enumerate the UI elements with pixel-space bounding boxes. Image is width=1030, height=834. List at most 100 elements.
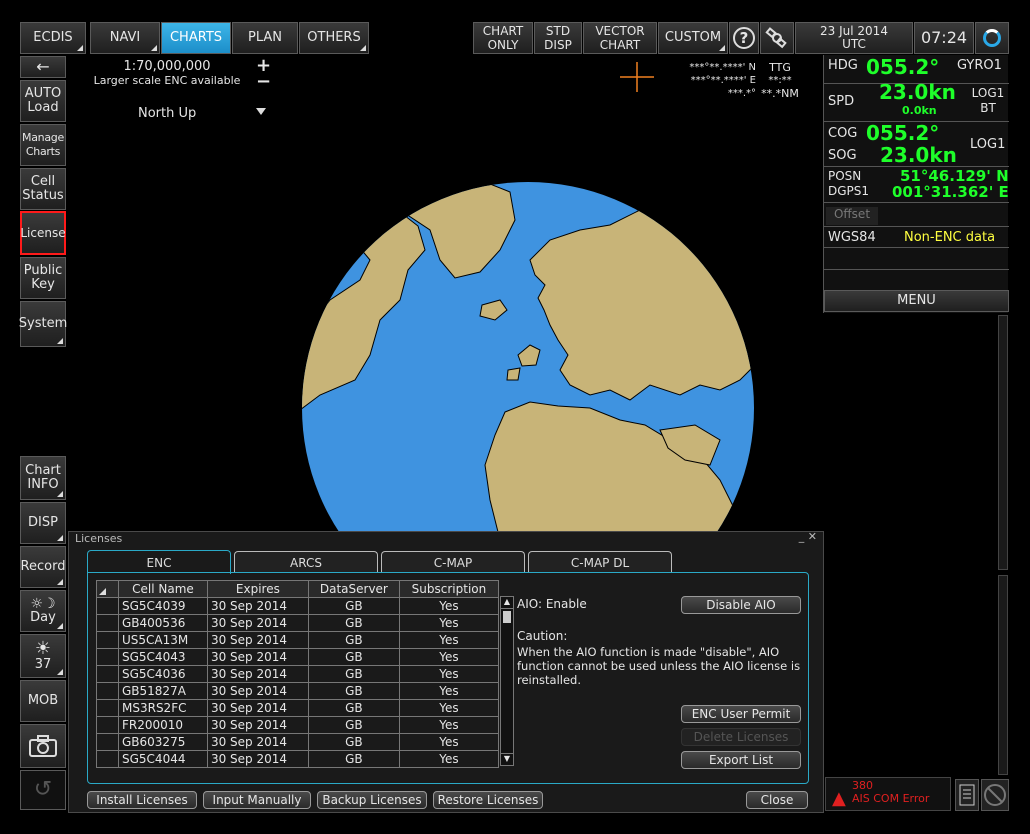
brightness-value: 37: [34, 657, 52, 672]
dialog-minimize-close[interactable]: _ ✕: [799, 530, 817, 543]
table-row[interactable]: MS3RS2FC 30 Sep 2014 GB Yes: [96, 699, 500, 717]
subscription: Yes: [398, 614, 500, 632]
expires-date: 30 Sep 2014: [206, 597, 309, 615]
tab-cmap[interactable]: C-MAP: [381, 551, 525, 573]
std-disp-button[interactable]: STD DISP: [534, 22, 582, 54]
column-header[interactable]: DataServer: [307, 580, 400, 598]
list-icon: [959, 784, 975, 806]
system-button[interactable]: System: [19, 301, 67, 347]
posn-label: POSN: [828, 169, 862, 183]
zoom-out-button[interactable]: −: [256, 73, 271, 91]
data-server: GB: [307, 631, 400, 649]
brilliance-button[interactable]: [975, 22, 1009, 54]
help-button[interactable]: ?: [729, 22, 759, 54]
table-row[interactable]: US5CA13M 30 Sep 2014 GB Yes: [96, 631, 500, 649]
record-button[interactable]: Record: [20, 546, 66, 588]
longitude-value: 001°31.362' E: [892, 183, 1009, 201]
scroll-down-icon[interactable]: ▼: [501, 753, 513, 765]
license-button[interactable]: License: [20, 211, 66, 255]
charts-tab[interactable]: CHARTS: [161, 22, 231, 54]
navi-tab[interactable]: NAVI: [90, 22, 160, 54]
table-row[interactable]: GB51827A 30 Sep 2014 GB Yes: [96, 682, 500, 700]
table-row[interactable]: SG5C4036 30 Sep 2014 GB Yes: [96, 665, 500, 683]
row-selector[interactable]: [96, 733, 119, 751]
tab-cmap-dl[interactable]: C-MAP DL: [528, 551, 672, 573]
export-list-button[interactable]: Export List: [681, 751, 801, 769]
vector-chart-button[interactable]: VECTOR CHART: [583, 22, 657, 54]
subscription: Yes: [398, 648, 500, 666]
table-row[interactable]: GB400536 30 Sep 2014 GB Yes: [96, 614, 500, 632]
public-key-button[interactable]: Public Key: [20, 257, 66, 299]
subscription: Yes: [398, 716, 500, 734]
subscription: Yes: [398, 682, 500, 700]
select-all-header[interactable]: [96, 580, 119, 598]
right-scroll-panel-lower[interactable]: [998, 575, 1008, 775]
back-button[interactable]: ←: [20, 56, 66, 78]
alert-list-button[interactable]: [955, 779, 979, 811]
day-night-button[interactable]: ☼☽ Day: [20, 590, 66, 632]
chart-only-button[interactable]: CHART ONLY: [473, 22, 533, 54]
gyro-source: GYRO1: [957, 58, 1002, 73]
delete-licenses-button[interactable]: Delete Licenses: [681, 728, 801, 746]
undo-button[interactable]: ↺: [20, 770, 66, 810]
disp-button[interactable]: DISP: [20, 502, 66, 544]
row-selector[interactable]: [96, 665, 119, 683]
table-row[interactable]: SG5C4044 30 Sep 2014 GB Yes: [96, 750, 500, 768]
mob-button[interactable]: MOB: [20, 680, 66, 722]
column-header[interactable]: Expires: [206, 580, 309, 598]
table-row[interactable]: GB603275 30 Sep 2014 GB Yes: [96, 733, 500, 751]
brightness-button[interactable]: ☀ 37: [20, 634, 66, 678]
screenshot-button[interactable]: [20, 724, 66, 768]
cell-status-button[interactable]: Cell Status: [20, 168, 66, 210]
expires-date: 30 Sep 2014: [206, 631, 309, 649]
brilliance-icon: [983, 29, 1001, 47]
scroll-up-icon[interactable]: ▲: [501, 597, 513, 609]
scroll-thumb[interactable]: [503, 611, 511, 623]
install-licenses-button[interactable]: Install Licenses: [87, 791, 197, 809]
auto-load-button[interactable]: AUTO Load: [20, 80, 66, 122]
right-scroll-panel[interactable]: [998, 315, 1008, 570]
backup-licenses-button[interactable]: Backup Licenses: [317, 791, 427, 809]
column-header[interactable]: Subscription: [398, 580, 500, 598]
row-selector[interactable]: [96, 716, 119, 734]
manage-charts-button[interactable]: Manage Charts: [20, 124, 66, 166]
offset-button[interactable]: Offset: [826, 207, 878, 225]
date-time-zone[interactable]: 23 Jul 2014 UTC: [795, 22, 913, 54]
enc-user-permit-button[interactable]: ENC User Permit: [681, 705, 801, 723]
non-enc-indicator: Non-ENC data: [904, 230, 996, 245]
row-selector[interactable]: [96, 699, 119, 717]
table-scrollbar[interactable]: ▲ ▼: [500, 596, 514, 766]
chart-info-button[interactable]: Chart INFO: [20, 456, 66, 500]
menu-button[interactable]: MENU: [824, 290, 1009, 312]
others-tab[interactable]: OTHERS: [299, 22, 369, 54]
table-row[interactable]: SG5C4043 30 Sep 2014 GB Yes: [96, 648, 500, 666]
row-selector[interactable]: [96, 682, 119, 700]
restore-licenses-button[interactable]: Restore Licenses: [433, 791, 543, 809]
row-selector[interactable]: [96, 631, 119, 649]
subscription: Yes: [398, 699, 500, 717]
close-button[interactable]: Close: [746, 791, 808, 809]
input-manually-button[interactable]: Input Manually: [203, 791, 311, 809]
row-selector[interactable]: [96, 750, 119, 768]
custom-button[interactable]: CUSTOM: [658, 22, 728, 54]
column-header[interactable]: Cell Name: [118, 580, 208, 598]
ecdis-menu-button[interactable]: ECDIS: [20, 22, 86, 54]
table-row[interactable]: FR200010 30 Sep 2014 GB Yes: [96, 716, 500, 734]
tab-enc[interactable]: ENC: [87, 550, 231, 574]
world-globe-chart[interactable]: [300, 180, 760, 540]
satellite-button[interactable]: [760, 22, 794, 54]
alert-area[interactable]: ▲ 380 AIS COM Error: [825, 777, 951, 811]
disable-aio-button[interactable]: Disable AIO: [681, 596, 801, 614]
row-selector[interactable]: [96, 597, 119, 615]
row-selector[interactable]: [96, 614, 119, 632]
mute-alarm-button[interactable]: [981, 779, 1009, 811]
plan-tab[interactable]: PLAN: [232, 22, 298, 54]
data-server: GB: [307, 682, 400, 700]
orientation-dropdown-icon[interactable]: [256, 108, 266, 115]
subscription: Yes: [398, 733, 500, 751]
day-night-icon: ☼☽: [30, 596, 56, 612]
row-selector[interactable]: [96, 648, 119, 666]
tab-arcs[interactable]: ARCS: [234, 551, 378, 573]
table-row[interactable]: SG5C4039 30 Sep 2014 GB Yes: [96, 597, 500, 615]
orientation-mode[interactable]: North Up: [138, 106, 196, 121]
